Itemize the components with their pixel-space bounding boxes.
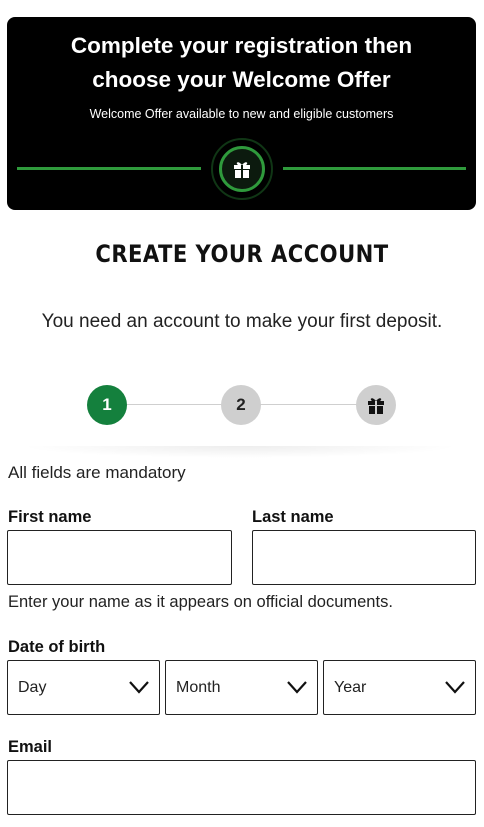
page-title: CREATE YOUR ACCOUNT bbox=[95, 240, 389, 268]
dob-year-select[interactable]: Year bbox=[323, 660, 476, 715]
email-label: Email bbox=[8, 738, 53, 756]
last-name-label: Last name bbox=[252, 508, 334, 526]
stepper-shadow bbox=[20, 446, 460, 458]
step-2: 2 bbox=[221, 385, 261, 425]
banner-divider-left bbox=[17, 167, 201, 170]
last-name-input[interactable] bbox=[252, 530, 476, 585]
first-name-label: First name bbox=[8, 508, 92, 526]
banner-subtitle: Welcome Offer available to new and eligi… bbox=[89, 107, 394, 121]
dob-year-value: Year bbox=[334, 679, 367, 696]
chevron-down-icon bbox=[445, 681, 465, 694]
dob-label: Date of birth bbox=[8, 638, 106, 656]
banner-title-line2: choose your Welcome Offer bbox=[92, 67, 391, 92]
dob-month-value: Month bbox=[176, 679, 221, 696]
email-input[interactable] bbox=[7, 760, 476, 815]
first-name-input[interactable] bbox=[7, 530, 232, 585]
chevron-down-icon bbox=[129, 681, 149, 694]
dob-day-select[interactable]: Day bbox=[7, 660, 160, 715]
dob-month-select[interactable]: Month bbox=[165, 660, 318, 715]
step-gift-icon bbox=[356, 385, 396, 425]
chevron-down-icon bbox=[287, 681, 307, 694]
welcome-offer-banner: Complete your registration then choose y… bbox=[7, 17, 476, 210]
intro-text: You need an account to make your first d… bbox=[41, 311, 443, 332]
gift-icon bbox=[219, 146, 265, 192]
mandatory-note: All fields are mandatory bbox=[8, 463, 186, 482]
banner-title-line1: Complete your registration then bbox=[70, 33, 413, 58]
dob-day-value: Day bbox=[18, 679, 47, 696]
name-helper-text: Enter your name as it appears on officia… bbox=[8, 593, 393, 611]
banner-title: Complete your registration then choose y… bbox=[7, 29, 476, 97]
step-1: 1 bbox=[87, 385, 127, 425]
banner-divider-right bbox=[283, 167, 466, 170]
